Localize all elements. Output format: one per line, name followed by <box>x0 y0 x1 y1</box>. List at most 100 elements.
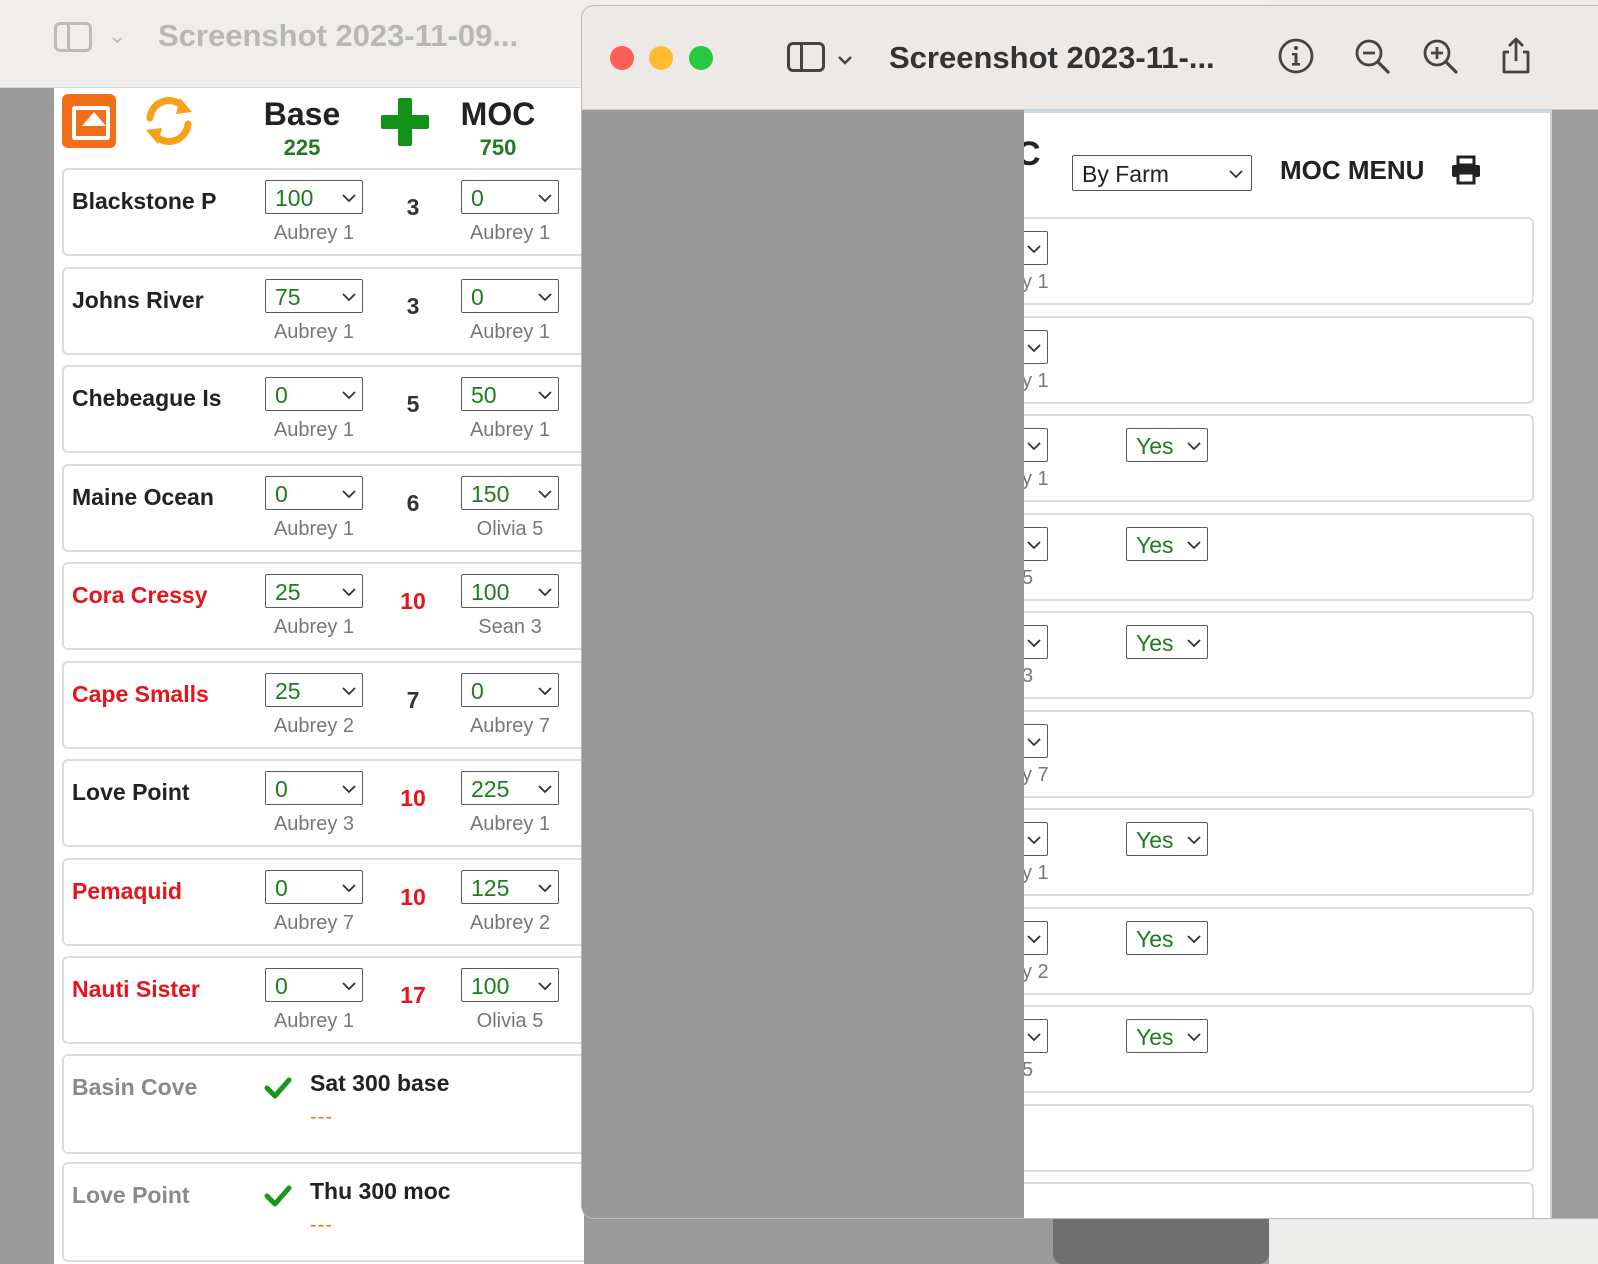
farm-row: 3 Yes <box>1024 611 1534 699</box>
chevron-down-icon[interactable]: ⌄ <box>108 24 126 49</box>
assignee-partial: y 1 <box>1024 862 1049 884</box>
moc-quantity-select[interactable]: 100 <box>461 968 559 1002</box>
window-background <box>0 88 54 1264</box>
front-window-titlebar: Screenshot 2023-11-... <box>582 6 1598 110</box>
quantity-select[interactable] <box>1024 625 1048 659</box>
confirm-select[interactable]: Yes <box>1126 428 1208 462</box>
moc-menu-label[interactable]: MOC MENU <box>1280 155 1424 186</box>
sidebar-toggle-icon[interactable] <box>54 22 92 52</box>
farm-row: Pemaquid 0 Aubrey 7 10 125 Aubrey 2 <box>62 857 584 946</box>
moc-quantity-select[interactable]: 100 <box>461 574 559 608</box>
base-quantity-select[interactable]: 100 <box>265 180 363 214</box>
moc-total: 750 <box>479 135 517 160</box>
chevron-down-icon <box>1187 1033 1201 1042</box>
base-quantity-select[interactable]: 0 <box>265 771 363 805</box>
base-quantity-select[interactable]: 0 <box>265 869 363 904</box>
confirm-value: Yes <box>1136 433 1174 459</box>
base-quantity-select[interactable]: 0 <box>265 475 363 510</box>
base-assignee: Aubrey 1 <box>273 222 355 244</box>
base-quantity-select[interactable]: 25 <box>265 574 363 608</box>
checkmark-icon <box>264 1077 292 1099</box>
assignee-partial: 5 <box>1024 567 1033 590</box>
moc-quantity-select[interactable]: 225 <box>461 771 559 805</box>
moc-quantity-select[interactable]: 0 <box>461 672 559 707</box>
chevron-down-icon <box>538 391 552 400</box>
home-button[interactable] <box>62 94 116 148</box>
base-assignee: Aubrey 1 <box>273 616 355 638</box>
base-quantity-select[interactable]: 25 <box>265 672 363 707</box>
base-assignee: Aubrey 1 <box>273 1010 355 1032</box>
close-window-button[interactable] <box>610 46 634 70</box>
base-assignee: Aubrey 1 <box>273 419 355 441</box>
chevron-down-icon <box>342 686 356 695</box>
moc-quantity-select[interactable]: 0 <box>461 180 559 214</box>
chevron-down-icon <box>538 292 552 301</box>
info-icon[interactable] <box>1276 36 1316 76</box>
chevron-down-icon <box>538 982 552 991</box>
base-quantity-select[interactable]: 0 <box>265 968 363 1002</box>
zoom-out-icon[interactable] <box>1352 36 1392 76</box>
moc-quantity-value: 0 <box>471 283 484 310</box>
chevron-down-icon <box>538 588 552 597</box>
confirm-select[interactable]: Yes <box>1126 920 1208 955</box>
confirm-value: Yes <box>1136 925 1174 952</box>
quantity-select[interactable] <box>1024 526 1048 561</box>
assignee-partial: 5 <box>1024 1059 1033 1082</box>
moc-quantity-select[interactable]: 0 <box>461 278 559 313</box>
chevron-down-icon <box>342 982 356 991</box>
farm-row <box>1024 1181 1534 1218</box>
chevron-down-icon <box>1027 737 1041 746</box>
zoom-in-icon[interactable] <box>1420 36 1460 76</box>
chevron-down-icon <box>1027 540 1041 549</box>
farm-row: Maine Ocean 0 Aubrey 1 6 150 Olivia 5 <box>62 463 584 552</box>
order-note: Sat 300 base <box>310 1070 450 1096</box>
moc-quantity-value: 0 <box>471 185 484 211</box>
moc-quantity-select[interactable]: 50 <box>461 377 559 411</box>
base-quantity-value: 0 <box>275 382 288 408</box>
moc-assignee: Aubrey 1 <box>469 222 551 244</box>
back-window-title: Screenshot 2023-11-09... <box>158 18 519 53</box>
farm-row: Love Point 0 Aubrey 3 10 225 Aubrey 1 <box>62 759 584 847</box>
confirm-select[interactable]: Yes <box>1126 822 1208 856</box>
quantity-select[interactable] <box>1024 428 1048 462</box>
quantity-select[interactable] <box>1024 723 1048 758</box>
moc-quantity-value: 0 <box>471 677 484 704</box>
assignee-partial: y 7 <box>1024 763 1049 786</box>
assignee-partial: y 1 <box>1024 468 1049 490</box>
sidebar-toggle-icon[interactable] <box>787 42 825 72</box>
moc-assignee: Olivia 5 <box>476 1010 544 1032</box>
quantity-select[interactable] <box>1024 1019 1048 1053</box>
base-quantity-value: 0 <box>275 874 288 901</box>
base-quantity-select[interactable]: 0 <box>265 377 363 411</box>
confirm-select[interactable]: Yes <box>1126 625 1208 659</box>
screenshot-document: C By Farm MOC MENU y 1y 1y 1Yes5Yes3Yesy… <box>1024 110 1552 1218</box>
minimize-window-button[interactable] <box>649 46 673 70</box>
refresh-icon[interactable] <box>140 92 198 150</box>
document-canvas <box>582 110 1024 1218</box>
base-quantity-select[interactable]: 75 <box>265 278 363 313</box>
completed-row: Basin Cove Sat 300 base --- <box>62 1054 584 1154</box>
printer-icon[interactable] <box>1450 155 1482 185</box>
quantity-select[interactable] <box>1024 920 1048 955</box>
days-count: 5 <box>406 391 420 417</box>
quantity-select[interactable] <box>1024 231 1048 265</box>
chevron-down-icon[interactable] <box>837 52 853 68</box>
home-icon <box>82 112 106 126</box>
zoom-window-button[interactable] <box>689 46 713 70</box>
sort-select-value: By Farm <box>1082 161 1169 187</box>
sort-select[interactable]: By Farm <box>1072 155 1252 191</box>
confirm-select[interactable]: Yes <box>1126 526 1208 561</box>
quantity-select[interactable] <box>1024 329 1048 364</box>
moc-quantity-select[interactable]: 125 <box>461 869 559 904</box>
farm-row: Cora Cressy 25 Aubrey 1 10 100 Sean 3 <box>62 562 584 650</box>
confirm-select[interactable]: Yes <box>1126 1019 1208 1053</box>
add-plus-icon[interactable] <box>379 96 431 148</box>
moc-column-header: MOC 750 <box>450 96 546 161</box>
quantity-select[interactable] <box>1024 822 1048 856</box>
confirm-value: Yes <box>1136 827 1174 853</box>
assignee-partial: y 2 <box>1024 960 1049 983</box>
moc-quantity-value: 100 <box>471 579 510 605</box>
moc-quantity-value: 100 <box>471 973 510 999</box>
moc-quantity-select[interactable]: 150 <box>461 475 559 510</box>
share-icon[interactable] <box>1496 36 1536 76</box>
